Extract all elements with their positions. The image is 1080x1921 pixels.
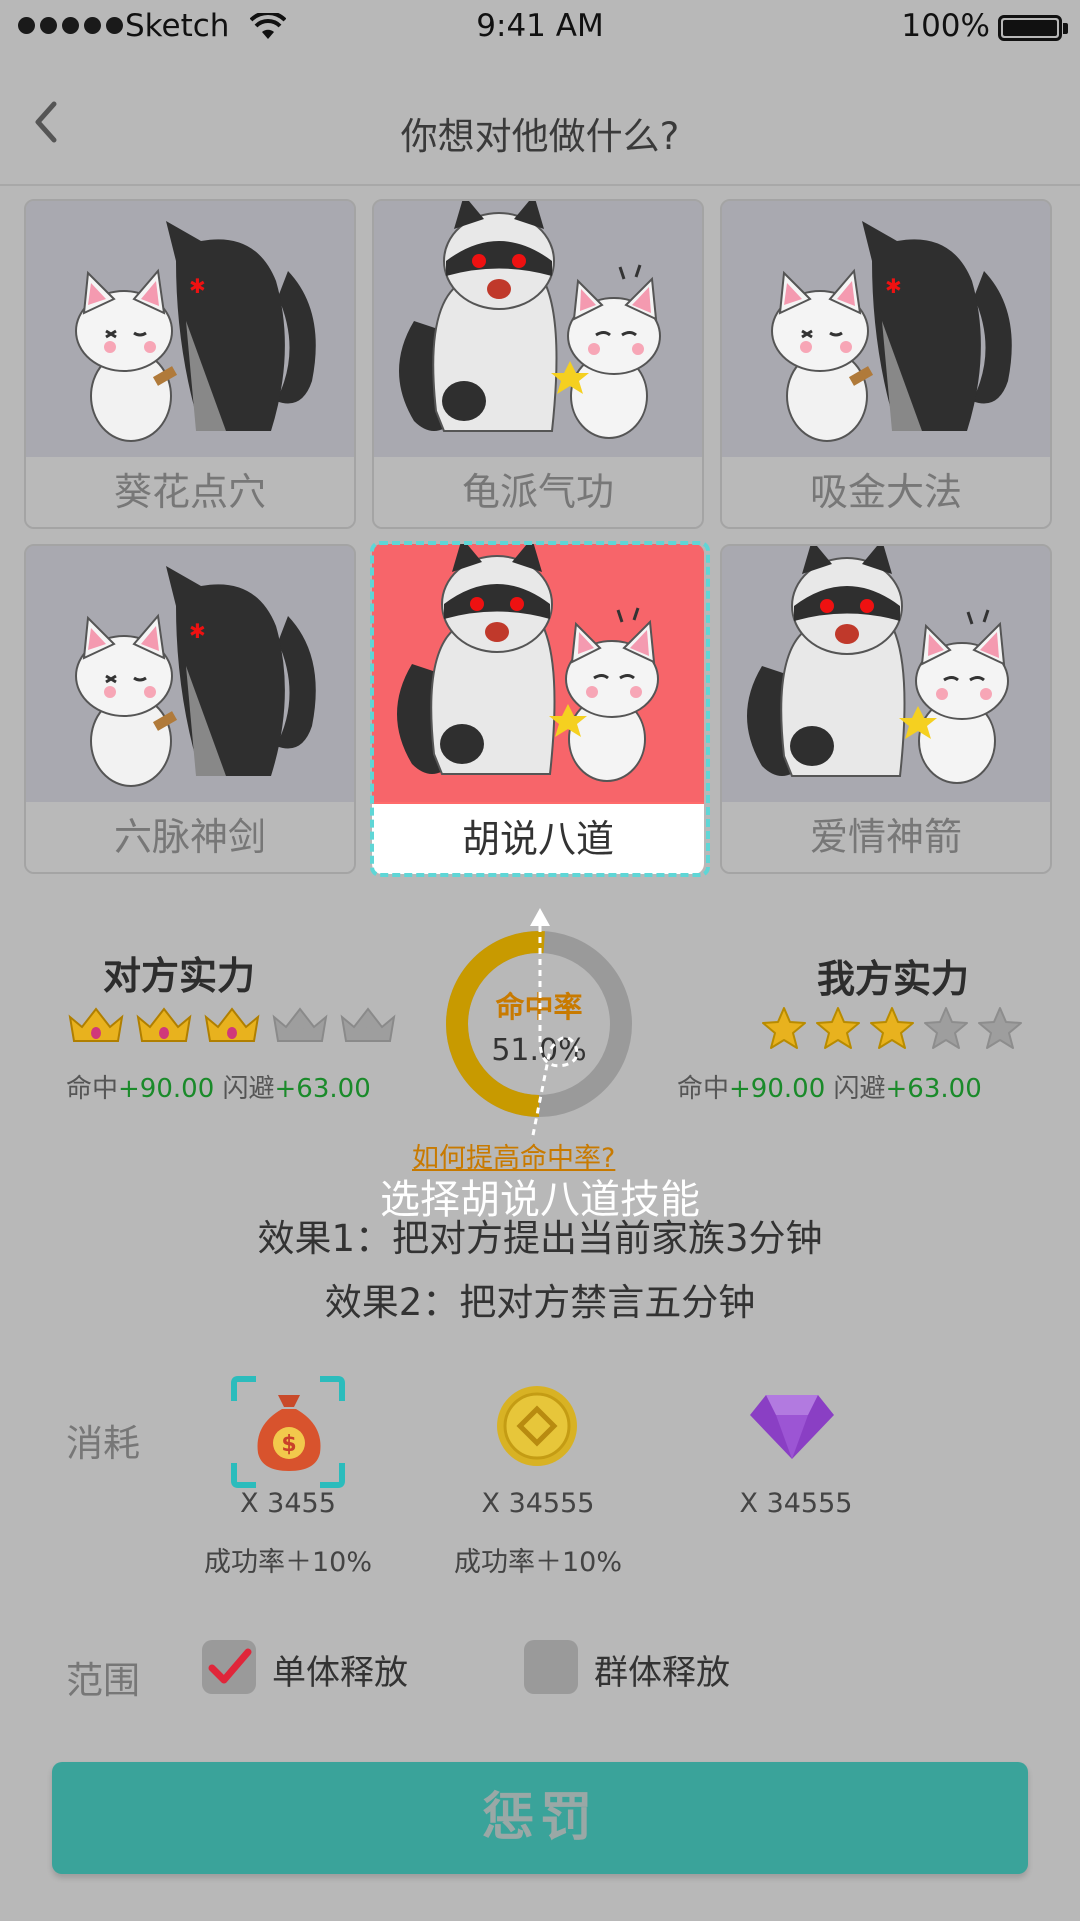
star-icon xyxy=(976,1005,1024,1057)
battery-percent: 100% xyxy=(901,8,990,44)
opponent-strength-title: 对方实力 xyxy=(103,954,256,998)
skill-name: 葵花点穴 xyxy=(26,457,354,527)
star-icon xyxy=(814,1005,862,1057)
skill-card[interactable]: ✱ 葵花点穴 xyxy=(24,199,356,529)
effect-2: 效果2：把对方禁言五分钟 xyxy=(324,1281,756,1324)
star-icon xyxy=(760,1005,808,1057)
crown-icon xyxy=(270,1005,330,1049)
skill-illustration: ✱ xyxy=(26,201,354,459)
skill-illustration: ✱ xyxy=(26,546,354,804)
checkmark-icon xyxy=(208,1648,252,1684)
crown-icon xyxy=(66,1005,126,1049)
range-label: 范围 xyxy=(66,1659,140,1702)
cost-label: 消耗 xyxy=(66,1422,140,1465)
page-title: 你想对他做什么? xyxy=(400,115,680,158)
punish-button[interactable]: 惩罚 xyxy=(52,1762,1028,1874)
cost-qty-3: X 34555 xyxy=(739,1488,853,1519)
skill-name: 吸金大法 xyxy=(722,457,1050,527)
money-bag-icon: $ xyxy=(257,1395,321,1471)
star-icon xyxy=(922,1005,970,1057)
star-icon xyxy=(868,1005,916,1057)
skill-illustration xyxy=(374,201,702,459)
skill-illustration xyxy=(722,546,1050,804)
effect-1: 效果1：把对方提出当前家族3分钟 xyxy=(257,1217,823,1260)
skill-illustration: ✱ xyxy=(722,201,1050,459)
single-release-label[interactable]: 单体释放 xyxy=(272,1645,408,1694)
svg-text:$: $ xyxy=(281,1432,296,1457)
diamond-icon[interactable] xyxy=(748,1393,836,1461)
cost-item-money-bag[interactable]: $ xyxy=(230,1375,346,1489)
crown-icon xyxy=(202,1005,262,1049)
status-bar: Sketch 9:41 AM 100% xyxy=(0,0,1080,62)
group-release-checkbox[interactable] xyxy=(524,1640,578,1694)
gold-coin-icon[interactable] xyxy=(495,1384,579,1468)
battery-tip xyxy=(1063,23,1068,34)
skill-card[interactable]: 爱情神箭 xyxy=(720,544,1052,874)
svg-text:✱: ✱ xyxy=(189,274,206,298)
self-strength-title: 我方实力 xyxy=(817,957,970,1001)
self-stats: 命中+90.00 闪避+63.00 xyxy=(677,1074,982,1104)
selected-skill-outline xyxy=(370,541,710,877)
skill-card[interactable]: 龟派气功 xyxy=(372,199,704,529)
skill-name: 龟派气功 xyxy=(374,457,702,527)
svg-text:✱: ✱ xyxy=(189,619,206,643)
cost-qty-1: X 3455 xyxy=(240,1488,336,1519)
opponent-stats: 命中+90.00 闪避+63.00 xyxy=(66,1074,371,1104)
skill-name: 六脉神剑 xyxy=(26,802,354,872)
crown-icon xyxy=(338,1005,398,1049)
opponent-rating xyxy=(66,1005,398,1049)
single-release-checkbox[interactable] xyxy=(202,1640,256,1694)
svg-text:✱: ✱ xyxy=(885,274,902,298)
skill-name: 爱情神箭 xyxy=(722,802,1050,872)
skill-card[interactable]: ✱ 吸金大法 xyxy=(720,199,1052,529)
nav-bar: 你想对他做什么? xyxy=(0,62,1080,186)
cost-bonus-1: 成功率＋10% xyxy=(203,1547,372,1578)
cost-bonus-2: 成功率＋10% xyxy=(453,1547,622,1578)
group-release-label[interactable]: 群体释放 xyxy=(594,1645,730,1694)
skill-card[interactable]: ✱ 六脉神剑 xyxy=(24,544,356,874)
crown-icon xyxy=(134,1005,194,1049)
battery-icon xyxy=(998,15,1062,41)
tutorial-pointer-arrow xyxy=(520,900,600,1154)
self-rating xyxy=(760,1005,1024,1057)
cost-qty-2: X 34555 xyxy=(481,1488,595,1519)
